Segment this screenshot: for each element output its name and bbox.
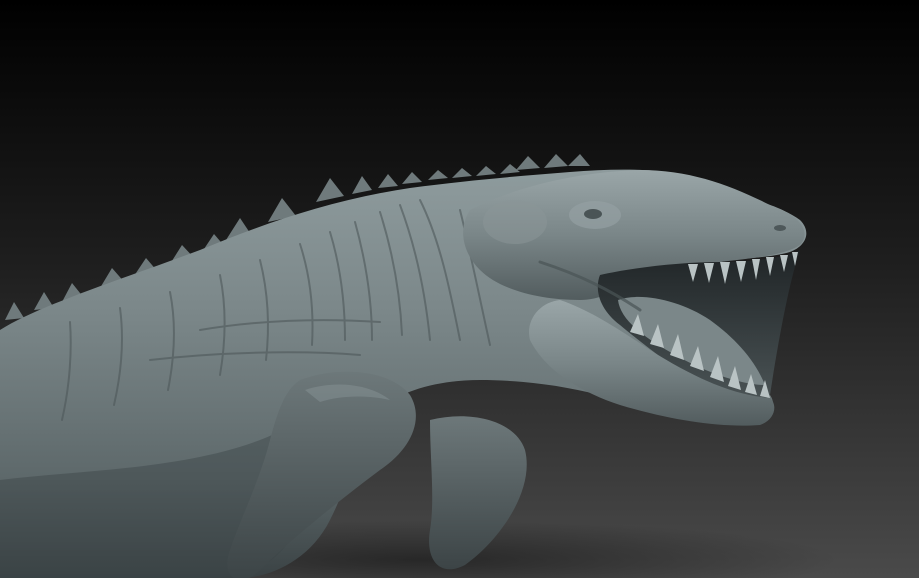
mosasaur-sculpt-render bbox=[0, 0, 919, 578]
cheek-bulge bbox=[483, 200, 547, 244]
eye bbox=[584, 209, 602, 219]
sculpt-viewport bbox=[0, 0, 919, 578]
nostril bbox=[774, 225, 786, 231]
